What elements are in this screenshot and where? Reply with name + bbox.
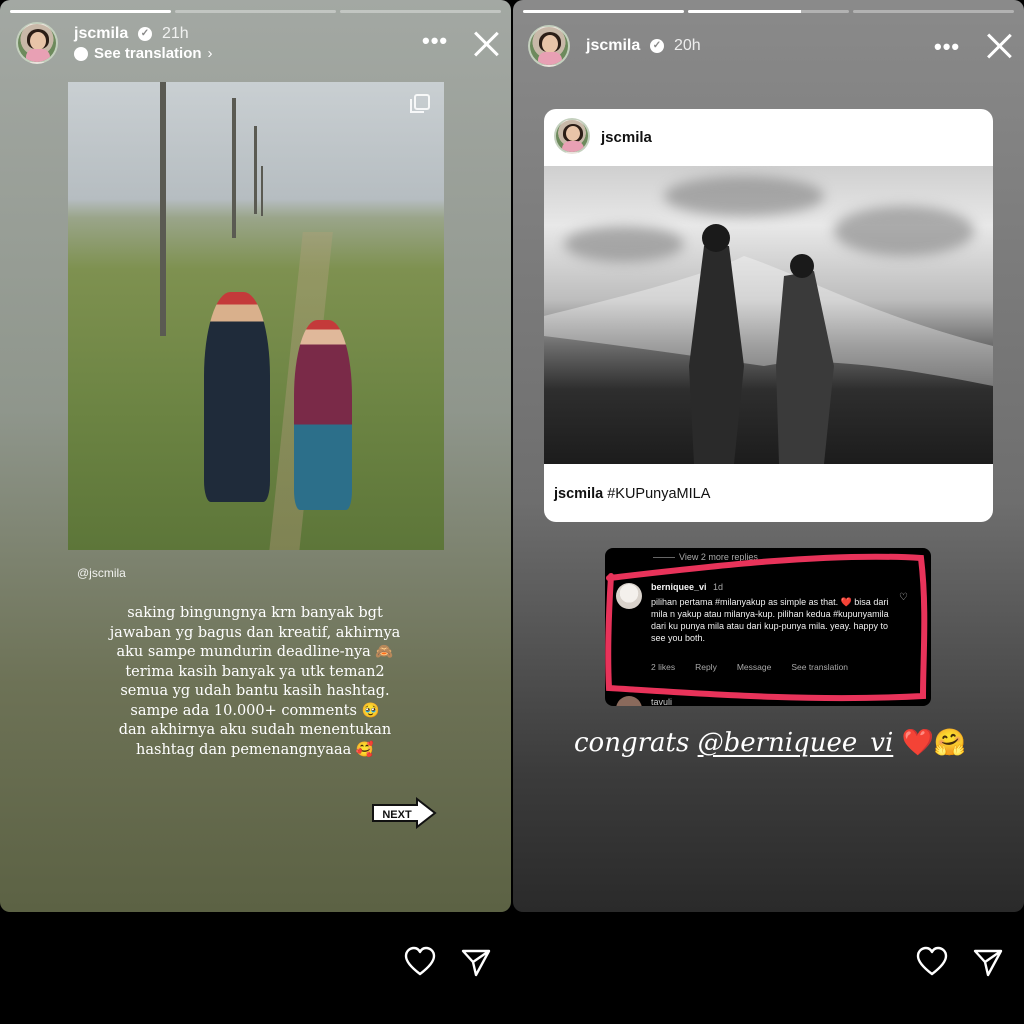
caption-line: saking bingungnya krn banyak bgt <box>127 605 383 621</box>
comment-screenshot: View 2 more replies berniquee_vi 1d pili… <box>605 548 931 706</box>
heart-icon[interactable] <box>916 946 948 978</box>
caption-line: aku sampe mundurin deadline-nya 🙈 <box>116 644 394 660</box>
congrats-text: congrats @berniquee_vi ❤️🤗 <box>574 728 966 758</box>
post-photo[interactable] <box>68 82 444 550</box>
see-translation-label: See translation <box>94 45 202 62</box>
card-caption: jscmila #KUPunyaMILA <box>554 486 710 502</box>
story-caption: saking bingungnya krn banyak bgt jawaban… <box>100 604 410 760</box>
close-icon[interactable] <box>472 30 500 58</box>
congrats-mention[interactable]: @berniquee_vi <box>698 728 894 758</box>
send-icon[interactable] <box>972 946 1004 978</box>
card-photo[interactable] <box>544 166 993 464</box>
congrats-label: congrats <box>574 728 690 758</box>
shared-post-card[interactable]: jscmila jscmila #KUPunyaMILA <box>544 109 993 522</box>
caption-line: terima kasih banyak ya utk teman2 <box>125 663 385 680</box>
caption-line: hashtag dan pemenangnyaaa 🥰 <box>136 741 374 758</box>
send-icon[interactable] <box>460 946 492 978</box>
avatar[interactable] <box>16 22 58 64</box>
progress-segment <box>688 10 849 13</box>
card-avatar[interactable] <box>554 118 590 154</box>
close-icon[interactable] <box>985 32 1013 60</box>
story-left[interactable]: jscmila ✓ 21h See translation › ••• @jsc… <box>0 0 511 912</box>
see-translation-link[interactable]: See translation › <box>74 45 213 62</box>
progress-bar <box>10 10 501 13</box>
multi-photo-icon <box>410 94 430 113</box>
username[interactable]: jscmila <box>586 37 640 55</box>
progress-segment <box>175 10 336 13</box>
card-caption-user[interactable]: jscmila <box>554 486 603 502</box>
mention-tag[interactable]: @jscmila <box>77 566 126 580</box>
card-header: jscmila <box>544 109 993 166</box>
highlight-scribble <box>605 553 928 702</box>
chevron-right-icon: › <box>207 45 213 62</box>
more-icon[interactable]: ••• <box>422 28 448 54</box>
timestamp: 20h <box>674 37 701 54</box>
caption-line: jawaban yg bagus dan kreatif, akhirnya <box>109 624 401 641</box>
card-username[interactable]: jscmila <box>601 129 652 146</box>
next-arrow-sticker: NEXT <box>372 797 437 829</box>
progress-fill <box>10 10 171 13</box>
progress-segment <box>523 10 684 13</box>
caption-line: sampe ada 10.000+ comments 🥹 <box>130 702 380 719</box>
translate-bubble-icon <box>74 46 88 61</box>
more-icon[interactable]: ••• <box>934 34 960 60</box>
progress-segment <box>853 10 1014 13</box>
timestamp: 21h <box>162 25 189 42</box>
avatar[interactable] <box>528 25 570 67</box>
progress-bar <box>523 10 1014 13</box>
username[interactable]: jscmila <box>74 25 128 43</box>
caption-line: dan akhirnya aku sudah menentukan <box>118 722 392 738</box>
heart-icon[interactable] <box>404 946 436 978</box>
card-caption-hashtag[interactable]: #KUPunyaMILA <box>607 486 710 502</box>
progress-fill <box>523 10 684 13</box>
caption-line: semua yg udah bantu kasih hashtag. <box>120 683 390 699</box>
progress-segment <box>340 10 501 13</box>
progress-segment <box>10 10 171 13</box>
verified-badge-icon: ✓ <box>650 39 664 53</box>
progress-fill <box>688 10 801 13</box>
next-sticker-label: NEXT <box>382 809 412 821</box>
congrats-emojis: ❤️🤗 <box>901 728 967 758</box>
verified-badge-icon: ✓ <box>138 27 152 41</box>
